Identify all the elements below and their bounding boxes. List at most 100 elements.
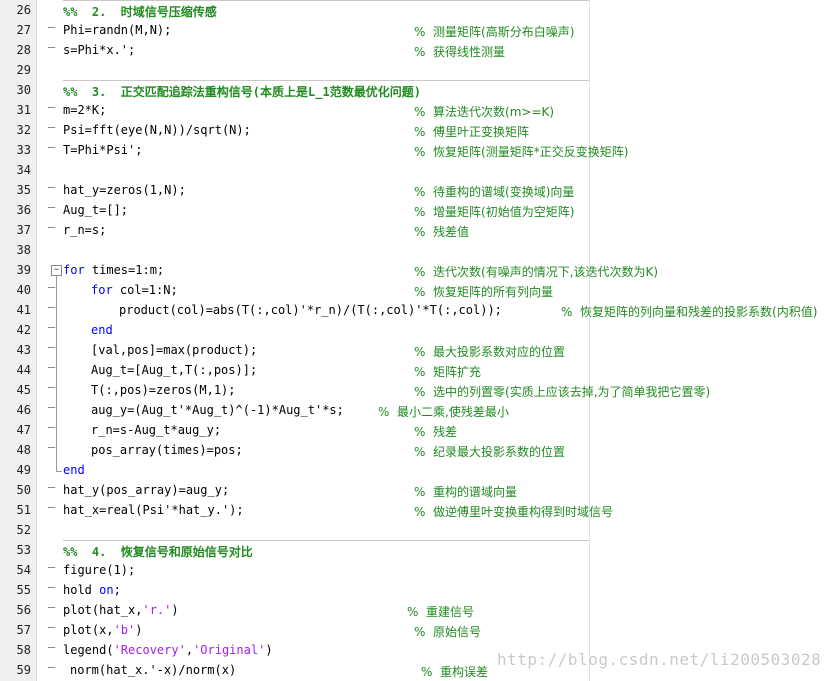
code-comment: % 重构的谱域向量 [414,485,518,499]
breakpoint-slot[interactable]: – [48,440,55,454]
breakpoint-slot[interactable]: – [48,620,55,634]
line-number: 39 [16,263,31,277]
code-comment: % 恢复矩阵的所有列向量 [414,285,554,299]
keyword-end: end [91,323,113,337]
line-number: 26 [16,3,31,17]
line-number: 49 [16,463,31,477]
code-comment: % 增量矩阵(初始值为空矩阵) [414,205,575,219]
code-text: T=Phi*Psi'; [63,143,143,157]
breakpoint-slot[interactable]: – [48,180,55,194]
breakpoint-slot[interactable]: – [48,480,55,494]
code-line[interactable]: 50 – hat_y(pos_array)=aug_y; % 重构的谱域向量 [0,480,828,500]
line-number: 43 [16,343,31,357]
code-line[interactable]: 35 – hat_y=zeros(1,N); % 待重构的谱域(变换域)向量 [0,180,828,200]
code-line[interactable]: 27 – Phi=randn(M,N); % 测量矩阵(高斯分布白噪声) [0,20,828,40]
breakpoint-slot[interactable]: – [48,560,55,574]
breakpoint-slot[interactable]: – [48,280,55,294]
code-text: Phi=randn(M,N); [63,23,172,37]
code-text: aug_y=(Aug_t'*Aug_t)^(-1)*Aug_t'*s; [91,403,344,417]
line-number: 40 [16,283,31,297]
code-text: r_n=s-Aug_t*aug_y; [91,423,222,437]
code-comment: % 恢复矩阵(测量矩阵*正交反变换矩阵) [414,145,629,159]
code-line[interactable]: 57 – plot(x,'b') % 原始信号 [0,620,828,640]
breakpoint-slot[interactable]: – [48,420,55,434]
line-number: 48 [16,443,31,457]
line-number: 30 [16,83,31,97]
line-number: 56 [16,603,31,617]
breakpoint-slot[interactable]: – [48,220,55,234]
code-line[interactable]: 40 – for col=1:N; % 恢复矩阵的所有列向量 [0,280,828,300]
code-comment: % 获得线性测量 [414,45,506,59]
breakpoint-slot[interactable]: – [48,340,55,354]
breakpoint-slot[interactable]: – [48,20,55,34]
code-text: plot(x,'b') [63,623,143,637]
cell-title: %% 4. 恢复信号和原始信号对比 [63,545,253,559]
line-number: 50 [16,483,31,497]
code-line[interactable]: 53 %% 4. 恢复信号和原始信号对比 [0,540,828,560]
breakpoint-slot[interactable]: – [48,300,55,314]
code-line[interactable]: 34 [0,160,828,180]
code-line[interactable]: 33 – T=Phi*Psi'; % 恢复矩阵(测量矩阵*正交反变换矩阵) [0,140,828,160]
breakpoint-slot[interactable]: – [48,360,55,374]
code-text: hat_y=zeros(1,N); [63,183,186,197]
code-comment: % 恢复矩阵的列向量和残差的投影系数(内积值) [561,305,818,319]
code-line[interactable]: 41 – product(col)=abs(T(:,col)'*r_n)/(T(… [0,300,828,320]
breakpoint-slot[interactable]: – [48,100,55,114]
code-comment: % 迭代次数(有噪声的情况下,该迭代次数为K) [414,265,659,279]
code-line[interactable]: 52 [0,520,828,540]
code-line[interactable]: 46 – aug_y=(Aug_t'*Aug_t)^(-1)*Aug_t'*s;… [0,400,828,420]
breakpoint-slot[interactable]: – [48,40,55,54]
breakpoint-slot[interactable]: – [48,320,55,334]
breakpoint-slot[interactable]: – [48,120,55,134]
code-line[interactable]: 31 – m=2*K; % 算法迭代次数(m>=K) [0,100,828,120]
breakpoint-slot[interactable]: – [48,200,55,214]
code-line[interactable]: 29 [0,60,828,80]
code-line[interactable]: 43 – [val,pos]=max(product); % 最大投影系数对应的… [0,340,828,360]
code-line[interactable]: 49 end [0,460,828,480]
code-comment: % 最大投影系数对应的位置 [414,345,566,359]
breakpoint-slot[interactable]: – [48,380,55,394]
code-text: Aug_t=[Aug_t,T(:,pos)]; [91,363,258,377]
breakpoint-slot[interactable]: – [48,140,55,154]
code-line[interactable]: 55 – hold on; [0,580,828,600]
code-line[interactable]: 30 %% 3. 正交匹配追踪法重构信号(本质上是L_1范数最优化问题) [0,80,828,100]
code-line[interactable]: 56 – plot(hat_x,'r.') % 重建信号 [0,600,828,620]
breakpoint-slot[interactable]: – [48,580,55,594]
line-number: 45 [16,383,31,397]
code-line[interactable]: 38 [0,240,828,260]
breakpoint-slot[interactable]: – [48,660,55,674]
code-text: hat_x=real(Psi'*hat_y.'); [63,503,244,517]
code-line[interactable]: 39 for times=1:m; % 迭代次数(有噪声的情况下,该迭代次数为K… [0,260,828,280]
line-number: 37 [16,223,31,237]
code-line[interactable]: 51 – hat_x=real(Psi'*hat_y.'); % 做逆傅里叶变换… [0,500,828,520]
code-line[interactable]: 28 – s=Phi*x.'; % 获得线性测量 [0,40,828,60]
code-text: T(:,pos)=zeros(M,1); [91,383,236,397]
code-line[interactable]: 32 – Psi=fft(eye(N,N))/sqrt(N); % 傅里叶正变换… [0,120,828,140]
code-comment: % 纪录最大投影系数的位置 [414,445,566,459]
code-line[interactable]: 36 – Aug_t=[]; % 增量矩阵(初始值为空矩阵) [0,200,828,220]
line-number: 38 [16,243,31,257]
breakpoint-slot[interactable]: – [48,600,55,614]
code-line[interactable]: 45 – T(:,pos)=zeros(M,1); % 选中的列置零(实质上应该… [0,380,828,400]
line-number: 28 [16,43,31,57]
breakpoint-slot[interactable]: – [48,400,55,414]
code-line[interactable]: 47 – r_n=s-Aug_t*aug_y; % 残差 [0,420,828,440]
line-number: 27 [16,23,31,37]
code-text: norm(hat_x.'-x)/norm(x) [70,663,237,677]
code-text: product(col)=abs(T(:,col)'*r_n)/(T(:,col… [119,303,502,317]
code-comment: % 残差 [414,425,458,439]
code-line[interactable]: 54 – figure(1); [0,560,828,580]
code-line[interactable]: 26 %% 2. 时域信号压缩传感 [0,0,828,20]
breakpoint-slot[interactable]: – [48,500,55,514]
code-comment: % 算法迭代次数(m>=K) [414,105,555,119]
cell-title: %% 2. 时域信号压缩传感 [63,5,217,19]
line-number: 47 [16,423,31,437]
code-line[interactable]: 37 – r_n=s; % 残差值 [0,220,828,240]
line-number: 53 [16,543,31,557]
code-line[interactable]: 42 – end [0,320,828,340]
breakpoint-slot[interactable]: – [48,640,55,654]
code-comment: % 重构误差 [421,665,489,679]
code-text: for col=1:N; [91,283,178,297]
code-line[interactable]: 44 – Aug_t=[Aug_t,T(:,pos)]; % 矩阵扩充 [0,360,828,380]
code-line[interactable]: 48 – pos_array(times)=pos; % 纪录最大投影系数的位置 [0,440,828,460]
